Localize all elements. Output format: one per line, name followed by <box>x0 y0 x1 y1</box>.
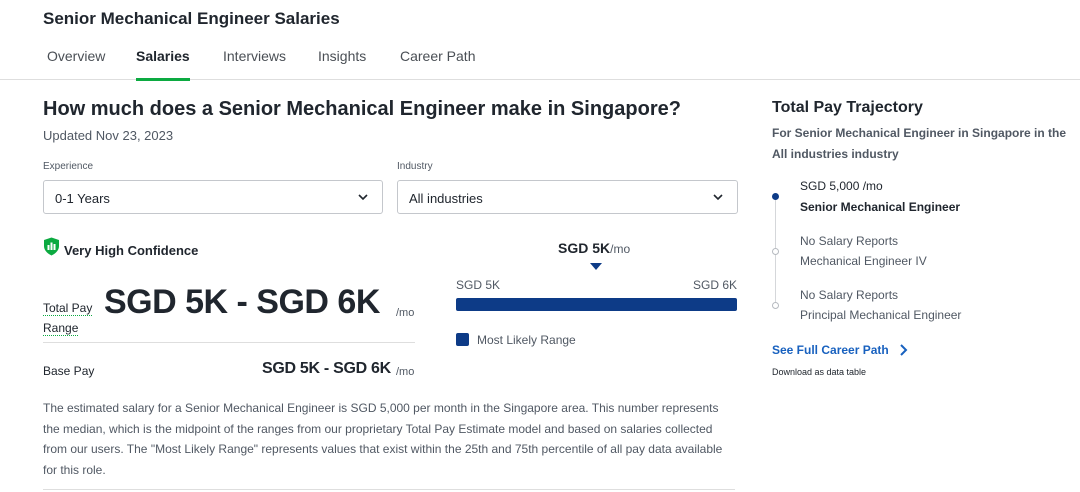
range-high-label: SGD 6K <box>692 278 737 292</box>
industry-value: All industries <box>409 191 483 206</box>
updated-date: Updated Nov 23, 2023 <box>43 128 174 143</box>
tab-career-path[interactable]: Career Path <box>400 40 475 80</box>
job-title: Senior Mechanical Engineer Salaries <box>43 9 340 28</box>
total-pay-label[interactable]: Total Pay Range <box>43 298 105 338</box>
confidence-label: Very High Confidence <box>64 243 199 258</box>
trajectory-step-pay: No Salary Reports <box>800 288 899 302</box>
divider <box>43 342 415 343</box>
trajectory-step-pay: SGD 5,000 /mo <box>800 179 883 193</box>
timeline-dot-active <box>772 193 779 200</box>
industry-select[interactable]: All industries <box>397 180 738 214</box>
legend-label: Most Likely Range <box>477 333 576 347</box>
chevron-down-icon <box>358 194 368 201</box>
page-header: Senior Mechanical Engineer Salaries Over… <box>0 0 1080 81</box>
experience-value: 0-1 Years <box>55 191 110 206</box>
see-full-career-path-link[interactable]: See Full Career Path <box>772 343 889 357</box>
legend-swatch <box>456 333 469 346</box>
base-pay-unit: /mo <box>396 366 415 378</box>
experience-label: Experience <box>43 161 94 172</box>
trajectory-step-role: Senior Mechanical Engineer <box>800 200 961 214</box>
total-pay-value: SGD 5K - SGD 6K <box>104 283 380 321</box>
page-title: How much does a Senior Mechanical Engine… <box>43 98 681 120</box>
timeline-dot <box>772 302 779 309</box>
shield-check-icon <box>44 237 59 256</box>
tab-salaries[interactable]: Salaries <box>136 40 190 81</box>
base-pay-label: Base Pay <box>43 364 95 378</box>
experience-select[interactable]: 0-1 Years <box>43 180 383 214</box>
tab-insights[interactable]: Insights <box>318 40 366 80</box>
tab-interviews[interactable]: Interviews <box>223 40 286 80</box>
trajectory-step-role: Principal Mechanical Engineer <box>800 308 962 322</box>
download-data-table-link[interactable]: Download as data table <box>772 367 866 377</box>
salary-description: The estimated salary for a Senior Mechan… <box>43 401 723 477</box>
median-marker <box>590 263 602 270</box>
base-pay-value: SGD 5K - SGD 6K <box>262 360 391 377</box>
tab-overview[interactable]: Overview <box>47 40 105 80</box>
median-label: SGD 5K/mo <box>558 240 631 256</box>
trajectory-step-role: Mechanical Engineer IV <box>800 254 927 268</box>
trajectory-subtitle: For Senior Mechanical Engineer in Singap… <box>772 126 1067 161</box>
most-likely-range-bar <box>456 298 737 311</box>
total-pay-unit: /mo <box>396 307 415 319</box>
trajectory-title: Total Pay Trajectory <box>772 99 923 116</box>
chevron-right-icon[interactable] <box>898 343 908 357</box>
timeline-dot <box>772 248 779 255</box>
industry-label: Industry <box>397 161 433 172</box>
divider <box>43 489 735 490</box>
trajectory-step-pay: No Salary Reports <box>800 234 899 248</box>
chevron-down-icon <box>713 194 723 201</box>
range-low-label: SGD 5K <box>456 278 501 292</box>
